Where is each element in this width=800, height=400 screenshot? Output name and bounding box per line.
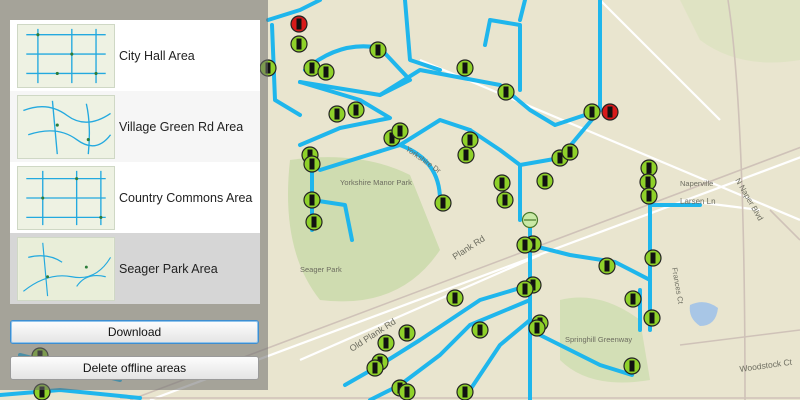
area-item-village-green[interactable]: Village Green Rd Area [10, 91, 260, 162]
hydrant-icon[interactable] [457, 146, 475, 164]
hydrant-icon[interactable] [561, 143, 579, 161]
hydrant-icon[interactable] [640, 187, 658, 205]
hydrant-icon[interactable] [305, 213, 323, 231]
hydrant-icon[interactable] [461, 131, 479, 149]
hydrant-icon[interactable] [317, 63, 335, 81]
hydrant-icon[interactable] [391, 122, 409, 140]
hydrant-icon[interactable] [456, 383, 474, 400]
thumbnail-map [18, 237, 114, 300]
hydrant-icon[interactable] [471, 321, 489, 339]
hydrant-icon[interactable] [644, 249, 662, 267]
offline-areas-panel: City Hall Area Village Green Rd Area Cou… [0, 0, 268, 390]
area-thumbnail [17, 23, 115, 88]
hydrant-icon[interactable] [434, 194, 452, 212]
hydrant-icon[interactable] [398, 324, 416, 342]
offline-area-list[interactable]: City Hall Area Village Green Rd Area Cou… [10, 20, 260, 304]
hydrant-icon[interactable] [516, 280, 534, 298]
area-item-label: Seager Park Area [119, 261, 218, 276]
hydrant-alert-icon[interactable] [601, 103, 619, 121]
hydrant-icon[interactable] [446, 289, 464, 307]
place-label: Springhill Greenway [565, 335, 632, 344]
hydrant-icon[interactable] [456, 59, 474, 77]
hydrant-icon[interactable] [528, 319, 546, 337]
area-thumbnail [17, 94, 115, 159]
hydrant-icon[interactable] [583, 103, 601, 121]
hydrant-icon[interactable] [347, 101, 365, 119]
thumbnail-map [18, 95, 114, 158]
hydrant-icon[interactable] [497, 83, 515, 101]
hydrant-alert-icon[interactable] [290, 15, 308, 33]
area-item-label: Village Green Rd Area [119, 119, 244, 134]
area-item-label: City Hall Area [119, 48, 195, 63]
hydrant-icon[interactable] [366, 359, 384, 377]
hydrant-icon[interactable] [623, 357, 641, 375]
thumbnail-map [18, 24, 114, 87]
hydrant-icon[interactable] [624, 290, 642, 308]
hydrant-icon[interactable] [369, 41, 387, 59]
hydrant-icon[interactable] [643, 309, 661, 327]
area-item-label: Country Commons Area [119, 190, 253, 205]
hydrant-icon[interactable] [398, 383, 416, 400]
delete-offline-areas-button[interactable]: Delete offline areas [10, 356, 259, 380]
hydrant-icon[interactable] [328, 105, 346, 123]
area-item-city-hall[interactable]: City Hall Area [10, 20, 260, 91]
valve-icon[interactable] [521, 211, 539, 229]
hydrant-icon[interactable] [303, 155, 321, 173]
area-thumbnail [17, 165, 115, 230]
hydrant-icon[interactable] [598, 257, 616, 275]
hydrant-icon[interactable] [496, 191, 514, 209]
hydrant-icon[interactable] [377, 334, 395, 352]
road-label: Larsen Ln [680, 197, 716, 206]
area-item-seager-park[interactable]: Seager Park Area [10, 233, 260, 304]
hydrant-icon[interactable] [516, 236, 534, 254]
area-thumbnail [17, 236, 115, 301]
hydrant-icon[interactable] [290, 35, 308, 53]
download-button[interactable]: Download [10, 320, 259, 344]
place-label: Seager Park [300, 265, 342, 274]
place-label: Naperville [680, 179, 713, 188]
hydrant-icon[interactable] [536, 172, 554, 190]
hydrant-icon[interactable] [303, 191, 321, 209]
thumbnail-map [18, 166, 114, 229]
hydrant-icon[interactable] [493, 174, 511, 192]
area-item-country-commons[interactable]: Country Commons Area [10, 162, 260, 233]
place-label: Yorkshire Manor Park [340, 178, 412, 187]
